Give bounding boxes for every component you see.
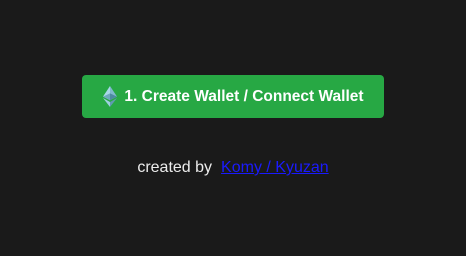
credit-line: created by Komy / Kyuzan: [0, 159, 466, 177]
credit-prefix: created by: [137, 159, 213, 176]
ethereum-icon: [102, 86, 118, 108]
author-link[interactable]: Komy / Kyuzan: [221, 159, 329, 176]
create-connect-wallet-label: 1. Create Wallet / Connect Wallet: [124, 87, 364, 105]
create-connect-wallet-button[interactable]: 1. Create Wallet / Connect Wallet: [82, 75, 384, 118]
